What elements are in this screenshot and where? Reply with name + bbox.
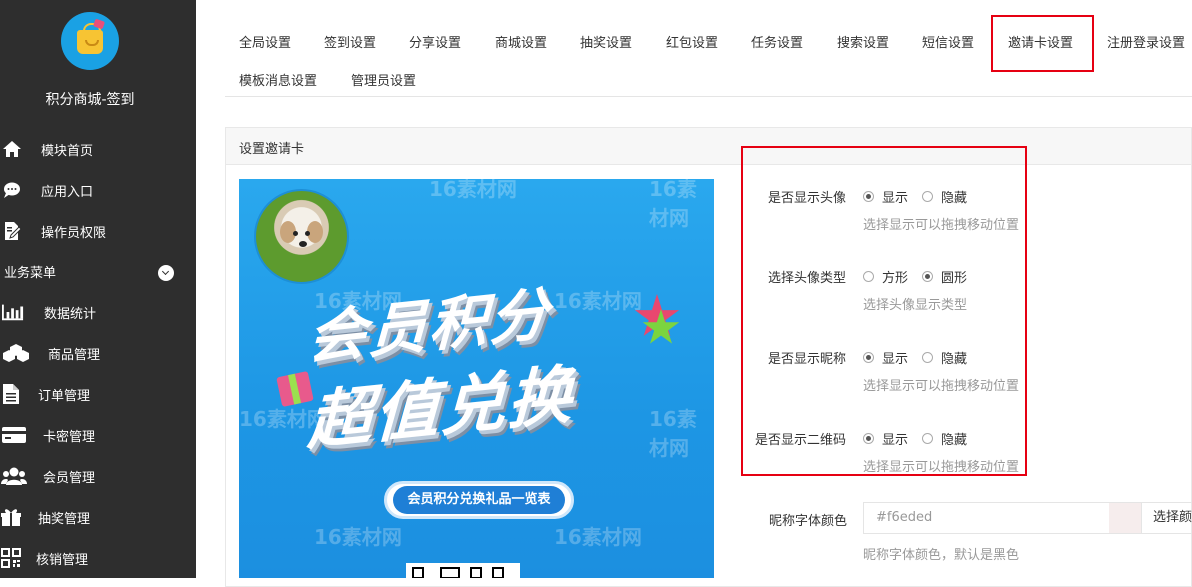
nickname-color-hint: 昵称字体颜色，默认是黑色 [863,548,1020,563]
sidebar-item-label: 模块首页 [41,143,94,159]
tab-lottery-settings[interactable]: 抽奖设置 [580,32,632,51]
radio-label: 圆形 [941,271,968,286]
section-title: 业务菜单 [4,266,57,281]
poster-ribbon-text: 会员积分兑换礼品一览表 [393,486,565,514]
radio-label: 方形 [882,271,909,286]
watermark: 16素材网 [314,525,402,549]
sidebar-item-member-management[interactable]: 会员管理 [0,458,196,494]
tab-mall-settings[interactable]: 商城设置 [495,32,547,51]
sidebar-item-data-stats[interactable]: 数据统计 [0,294,196,330]
panel-title: 设置邀请卡 [226,128,1191,165]
sidebar-item-order-management[interactable]: 订单管理 [0,376,196,412]
bar-chart-icon [2,302,24,322]
sidebar-item-label: 核销管理 [36,552,89,568]
home-icon [1,139,23,159]
qrcode-icon [0,548,22,568]
tab-redpacket-settings[interactable]: 红包设置 [666,32,718,51]
tab-template-message-settings[interactable]: 模板消息设置 [239,70,317,89]
cubes-icon [2,343,30,363]
sidebar-item-module-home[interactable]: 模块首页 [0,131,196,167]
sidebar-item-verification-management[interactable]: 核销管理 [0,540,196,576]
show-avatar-radio-show[interactable]: 显示 [863,187,908,206]
users-icon [1,466,27,486]
sidebar-item-lottery-management[interactable]: 抽奖管理 [0,499,196,535]
watermark: 16素材网 [554,289,642,313]
radio-label: 隐藏 [941,352,968,367]
tab-sms-settings[interactable]: 短信设置 [922,32,974,51]
sidebar-item-label: 订单管理 [38,388,91,404]
sidebar-item-label: 会员管理 [43,470,96,486]
show-avatar-label: 是否显示头像 [768,191,847,206]
show-qrcode-radio-show[interactable]: 显示 [863,429,908,448]
sidebar-item-label: 操作员权限 [41,225,107,241]
sidebar-item-app-entry[interactable]: 应用入口 [0,172,196,208]
chat-icon [1,180,23,200]
app-logo [61,12,119,70]
invite-card-poster: 16素材网 16素材网 16素材网 16素材网 16素材网 16素材网 16素材… [239,179,714,578]
chevron-down-icon[interactable] [158,265,174,281]
watermark: 16素材网 [429,179,517,201]
tab-signin-settings[interactable]: 签到设置 [324,32,376,51]
show-nickname-radio-hide[interactable]: 隐藏 [922,348,967,367]
active-tab-highlight [991,15,1094,72]
watermark: 16素材网 [554,525,642,549]
sidebar-item-label: 数据统计 [44,306,97,322]
radio-label: 显示 [882,433,909,448]
document-icon [0,384,22,404]
radio-label: 显示 [882,352,909,367]
show-nickname-radio-show[interactable]: 显示 [863,348,908,367]
sidebar-item-label: 应用入口 [41,184,94,200]
edit-doc-icon [1,221,23,241]
show-qrcode-hint: 选择显示可以拖拽移动位置 [863,460,1020,475]
sidebar-item-card-management[interactable]: 卡密管理 [0,417,196,453]
qrcode-preview[interactable] [406,563,520,578]
nickname-color-input[interactable]: #f6eded [863,502,1110,534]
show-nickname-hint: 选择显示可以拖拽移动位置 [863,379,1020,394]
sidebar-item-label: 抽奖管理 [38,511,91,527]
nickname-color-label: 昵称字体颜色 [769,514,848,529]
tab-global-settings[interactable]: 全局设置 [239,32,291,51]
avatar-type-label: 选择头像类型 [768,271,847,286]
tab-admin-settings[interactable]: 管理员设置 [351,70,416,89]
tab-task-settings[interactable]: 任务设置 [751,32,803,51]
watermark: 16素材网 [649,407,697,460]
avatar-type-radio-square[interactable]: 方形 [863,267,908,286]
gift-icon [0,507,22,527]
show-avatar-hint: 选择显示可以拖拽移动位置 [863,218,1020,233]
poster-ribbon: 会员积分兑换礼品一览表 [384,481,574,519]
sidebar-item-product-management[interactable]: 商品管理 [0,335,196,371]
app-title: 积分商城-签到 [45,92,135,108]
tab-search-settings[interactable]: 搜索设置 [837,32,889,51]
avatar-type-radio-circle[interactable]: 圆形 [922,267,967,286]
sidebar-item-label: 卡密管理 [43,429,96,445]
sidebar-item-operator-permissions[interactable]: 操作员权限 [0,213,196,249]
radio-label: 隐藏 [941,191,968,206]
avatar-preview[interactable] [254,189,349,284]
avatar-type-hint: 选择头像显示类型 [863,298,968,313]
watermark: 16素材网 [649,179,697,230]
credit-card-icon [1,425,27,445]
show-avatar-radio-hide[interactable]: 隐藏 [922,187,967,206]
show-qrcode-radio-hide[interactable]: 隐藏 [922,429,967,448]
show-nickname-label: 是否显示昵称 [768,352,847,367]
sidebar: 积分商城-签到 模块首页 应用入口 操作员权限 业务菜单 数据统计 商品管理 订… [0,0,196,578]
tab-share-settings[interactable]: 分享设置 [409,32,461,51]
nickname-color-swatch[interactable] [1109,502,1141,534]
radio-label: 显示 [882,191,909,206]
tab-register-login-settings[interactable]: 注册登录设置 [1107,32,1185,51]
radio-label: 隐藏 [941,433,968,448]
choose-color-button[interactable]: 选择颜色 [1141,502,1192,534]
show-qrcode-label: 是否显示二维码 [755,433,847,448]
sidebar-item-label: 商品管理 [48,347,101,363]
